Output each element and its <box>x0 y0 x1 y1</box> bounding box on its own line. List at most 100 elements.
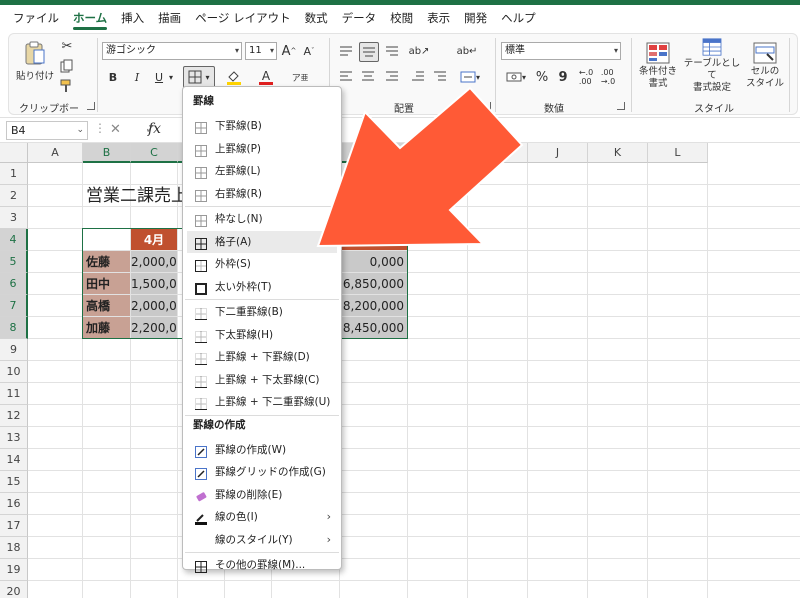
row-header-12[interactable]: 12 <box>0 405 28 427</box>
tab-4[interactable]: ページ レイアウト <box>188 5 297 31</box>
menu-item-line-color[interactable]: 線の色(I) › <box>187 506 337 528</box>
row-header-15[interactable]: 15 <box>0 471 28 493</box>
increase-font-icon[interactable]: A ^ <box>281 42 297 60</box>
copy-icon[interactable] <box>59 58 75 74</box>
menu-item-outside-borders[interactable]: 外枠(S) <box>187 253 337 275</box>
column-header-a[interactable]: A <box>28 143 83 163</box>
row-header-14[interactable]: 14 <box>0 449 28 471</box>
align-right-icon[interactable] <box>383 68 401 86</box>
wrap-text-icon[interactable]: ab↵ <box>457 42 478 60</box>
row-header-5[interactable]: 5 <box>0 251 28 273</box>
worksheet-grid[interactable]: ABCDEFGHIJKL1234567891011121314151617181… <box>0 143 800 598</box>
clipboard-launcher[interactable] <box>87 102 95 110</box>
align-bottom-icon[interactable] <box>383 42 401 60</box>
menu-item-erase-border[interactable]: 罫線の削除(E) <box>187 484 337 506</box>
tab-9[interactable]: 開発 <box>457 5 494 31</box>
column-header-g[interactable]: G <box>340 143 408 163</box>
number-launcher[interactable] <box>617 102 625 110</box>
phonetic-icon[interactable]: ア亜 <box>289 66 311 88</box>
menu-item-line-style[interactable]: 線のスタイル(Y) › <box>187 529 337 551</box>
menu-item-left-border[interactable]: 左罫線(L) <box>187 160 337 182</box>
increase-decimal-icon[interactable]: ←.0.00 <box>577 68 595 86</box>
row-header-11[interactable]: 11 <box>0 383 28 405</box>
menu-item-top-border[interactable]: 上罫線(P) <box>187 138 337 160</box>
name-box[interactable]: B4 ⌄ <box>6 121 88 140</box>
tab-5[interactable]: 数式 <box>298 5 335 31</box>
menu-item-thick-bottom-border[interactable]: 下太罫線(H) <box>187 324 337 346</box>
alignment-launcher[interactable] <box>483 102 491 110</box>
row-header-6[interactable]: 6 <box>0 273 28 295</box>
font-size-combo[interactable]: 11 ▾ <box>245 42 277 60</box>
increase-indent-icon[interactable] <box>431 68 449 86</box>
italic-button[interactable]: I <box>129 68 145 86</box>
menu-item-all-borders[interactable]: 格子(A) <box>187 230 337 253</box>
orientation-icon[interactable]: ab↗ <box>409 42 430 60</box>
number-format-combo[interactable]: 標準 ▾ <box>501 42 621 60</box>
comma-button[interactable]: 9 <box>555 68 571 86</box>
menu-item-draw-border-grid[interactable]: 罫線グリッドの作成(G) <box>187 461 337 483</box>
underline-dropdown-icon[interactable]: ▾ <box>167 68 175 86</box>
borders-button[interactable]: ▾ <box>183 66 215 88</box>
select-all-corner[interactable] <box>0 143 28 163</box>
tab-0[interactable]: ファイル <box>6 5 66 31</box>
row-header-18[interactable]: 18 <box>0 537 28 559</box>
cell-styles-button[interactable]: セルの スタイル <box>743 38 787 94</box>
row-header-10[interactable]: 10 <box>0 361 28 383</box>
row-header-2[interactable]: 2 <box>0 185 28 207</box>
tab-3[interactable]: 描画 <box>151 5 188 31</box>
column-header-k[interactable]: K <box>588 143 648 163</box>
underline-button[interactable]: U <box>151 68 167 86</box>
merge-cells-icon[interactable]: ▾ <box>457 68 483 86</box>
column-header-h[interactable]: H <box>408 143 468 163</box>
align-middle-icon[interactable] <box>359 42 379 62</box>
format-as-table-button[interactable]: テーブルとして 書式設定 <box>681 38 743 94</box>
fill-color-icon[interactable] <box>223 66 245 88</box>
tab-7[interactable]: 校閲 <box>383 5 420 31</box>
menu-item-top-bottom-border[interactable]: 上罫線 + 下罫線(D) <box>187 346 337 368</box>
row-header-13[interactable]: 13 <box>0 427 28 449</box>
column-header-b[interactable]: B <box>83 143 131 163</box>
cut-icon[interactable]: ✂ <box>59 38 75 54</box>
row-header-20[interactable]: 20 <box>0 581 28 598</box>
formula-bar-dots[interactable]: ⋮ <box>94 121 106 135</box>
menu-item-more-borders[interactable]: その他の罫線(M)... <box>187 554 337 576</box>
row-header-4[interactable]: 4 <box>0 229 28 251</box>
percent-button[interactable]: % <box>533 68 551 86</box>
tab-2[interactable]: 挿入 <box>114 5 151 31</box>
bold-button[interactable]: B <box>105 68 121 86</box>
menu-item-thick-outside-borders[interactable]: 太い外枠(T) <box>187 276 337 298</box>
currency-icon[interactable]: ▾ <box>503 68 529 86</box>
menu-item-bottom-double-border[interactable]: 下二重罫線(B) <box>187 301 337 323</box>
menu-item-top-thick-bottom-border[interactable]: 上罫線 + 下太罫線(C) <box>187 369 337 391</box>
column-header-i[interactable]: I <box>468 143 528 163</box>
menu-item-draw-border[interactable]: 罫線の作成(W) <box>187 439 337 461</box>
format-painter-icon[interactable] <box>59 78 75 94</box>
row-header-8[interactable]: 8 <box>0 317 28 339</box>
row-header-1[interactable]: 1 <box>0 163 28 185</box>
tab-1[interactable]: ホーム <box>66 5 114 31</box>
insert-function-button[interactable]: fx <box>148 121 161 137</box>
row-header-9[interactable]: 9 <box>0 339 28 361</box>
font-color-icon[interactable]: A <box>255 66 277 88</box>
menu-item-no-border[interactable]: 枠なし(N) <box>187 208 337 230</box>
align-center-icon[interactable] <box>359 68 377 86</box>
column-header-c[interactable]: C <box>131 143 178 163</box>
decrease-font-icon[interactable]: Aˇ <box>301 42 317 60</box>
row-header-3[interactable]: 3 <box>0 207 28 229</box>
menu-item-right-border[interactable]: 右罫線(R) <box>187 183 337 205</box>
tab-10[interactable]: ヘルプ <box>494 5 543 31</box>
conditional-format-button[interactable]: 条件付き 書式 <box>635 38 681 94</box>
align-left-icon[interactable] <box>337 68 355 86</box>
column-header-j[interactable]: J <box>528 143 588 163</box>
column-header-l[interactable]: L <box>648 143 708 163</box>
paste-button[interactable]: 貼り付け <box>15 38 55 84</box>
row-header-16[interactable]: 16 <box>0 493 28 515</box>
tab-6[interactable]: データ <box>335 5 384 31</box>
font-name-combo[interactable]: 游ゴシック ▾ <box>102 42 242 60</box>
row-header-19[interactable]: 19 <box>0 559 28 581</box>
tab-8[interactable]: 表示 <box>420 5 457 31</box>
row-header-17[interactable]: 17 <box>0 515 28 537</box>
align-top-icon[interactable] <box>337 42 355 60</box>
decrease-indent-icon[interactable] <box>409 68 427 86</box>
decrease-decimal-icon[interactable]: .00 →.0 <box>599 68 617 86</box>
